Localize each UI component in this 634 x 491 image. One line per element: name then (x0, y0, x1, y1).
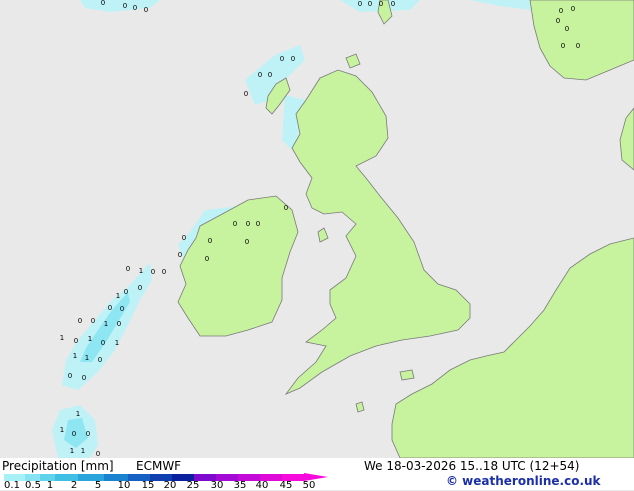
precip-value-label: 1 (139, 267, 143, 275)
precip-value-label: 0 (576, 42, 580, 50)
precip-value-label: 0 (571, 5, 575, 13)
precip-value-label: 0 (162, 268, 166, 276)
precip-value-label: 0 (82, 374, 86, 382)
precip-value-label: 0 (124, 288, 128, 296)
precip-value-label: 0 (565, 25, 569, 33)
precipitation-map: 0 0 0 00 0 0 00 0000 00 00 0000 0 00 0 00 00 1 0 0000 00 0 1 0… (0, 0, 634, 458)
precip-value-label: 0 (182, 234, 186, 242)
precip-value-label: 0 (556, 17, 560, 25)
precip-value-label: 0 (101, 0, 105, 7)
precip-value-label: 0 (358, 0, 362, 8)
precip-value-label: 0 (245, 238, 249, 246)
precip-value-label: 1 (81, 447, 85, 455)
precip-value-label: 0 (178, 251, 182, 259)
precip-value-label: 0 (151, 268, 155, 276)
precip-value-label: 0 (91, 317, 95, 325)
precip-value-label: 0 (391, 0, 395, 8)
precip-value-label: 0 (284, 204, 288, 212)
precip-value-label: 0 (144, 6, 148, 14)
precip-value-label: 0 (256, 220, 260, 228)
precip-value-label: 0 (368, 0, 372, 8)
isle-of-wight (399, 369, 415, 381)
valid-time-label: We 18-03-2026 15..18 UTC (12+54) (364, 459, 580, 473)
precip-value-label: 1 (115, 339, 119, 347)
precip-value-label: 1 (70, 447, 74, 455)
precip-value-label: 0 (291, 55, 295, 63)
precip-value-label: 0 (78, 317, 82, 325)
precip-value-label: 0 (268, 71, 272, 79)
precip-value-label: 0 (108, 304, 112, 312)
precip-value-label: 0 (74, 337, 78, 345)
variable-label: Precipitation [mm] (2, 459, 114, 473)
precip-value-label: 0 (561, 42, 565, 50)
precip-value-label: 0 (117, 320, 121, 328)
precip-value-label: 0 (98, 356, 102, 364)
precip-value-label: 0 (244, 90, 248, 98)
precip-value-label: 0 (96, 450, 100, 458)
credit-link[interactable]: © weatheronline.co.uk (446, 474, 601, 488)
precip-value-label: 0 (559, 7, 563, 15)
precip-value-label: 0 (126, 265, 130, 273)
precip-value-label: 0 (120, 305, 124, 313)
precip-value-label: 0 (208, 237, 212, 245)
precip-value-label: 0 (233, 220, 237, 228)
precip-value-label: 0 (133, 4, 137, 12)
precip-value-label: 1 (60, 426, 64, 434)
precip-value-label: 0 (205, 255, 209, 263)
precip-value-label: 0 (246, 220, 250, 228)
precip-value-label: 0 (72, 430, 76, 438)
precip-value-label: 1 (85, 354, 89, 362)
precip-value-label: 0 (138, 284, 142, 292)
precip-value-label: 1 (104, 320, 108, 328)
precip-value-label: 0 (379, 0, 383, 8)
precip-value-label: 1 (76, 410, 80, 418)
precip-value-label: 1 (116, 292, 120, 300)
precip-value-label: 0 (101, 339, 105, 347)
precip-value-label: 1 (60, 334, 64, 342)
precip-value-label: 0 (68, 372, 72, 380)
precip-value-label: 1 (73, 352, 77, 360)
precip-value-label: 0 (86, 430, 90, 438)
model-label: ECMWF (136, 459, 182, 473)
precip-value-label: 0 (258, 71, 262, 79)
precip-value-label: 0 (123, 2, 127, 10)
precip-value-label: 1 (88, 335, 92, 343)
precip-value-label: 0 (280, 55, 284, 63)
